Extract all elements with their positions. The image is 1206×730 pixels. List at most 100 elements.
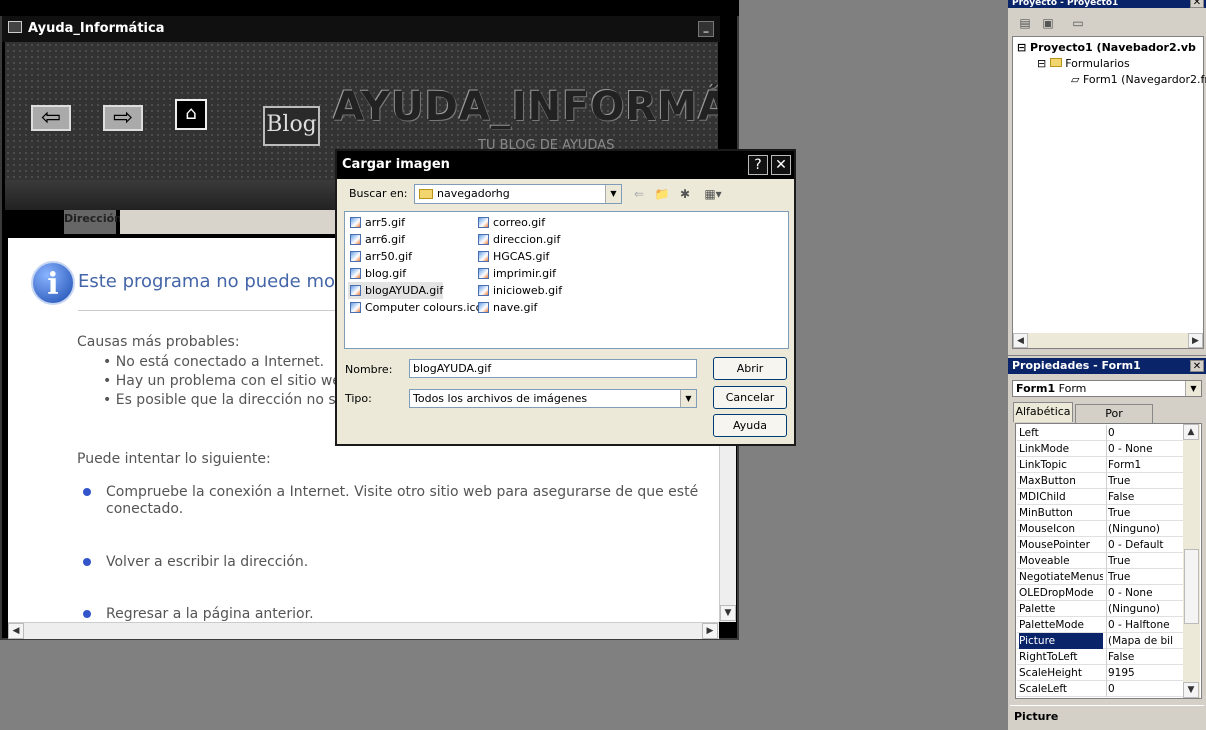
tab-categories[interactable]: Por categorías — [1075, 404, 1153, 438]
file-item[interactable]: blog.gif — [348, 265, 406, 282]
up-folder-icon[interactable]: 📁 — [653, 186, 671, 202]
property-value[interactable]: True — [1106, 569, 1182, 585]
property-row[interactable]: ScaleHeight 9195 — [1017, 665, 1184, 681]
property-value[interactable]: True — [1106, 505, 1182, 521]
property-value[interactable]: 0 - Halftone — [1106, 617, 1182, 633]
causes-heading: Causas más probables: — [77, 334, 240, 350]
file-item[interactable]: Computer colours.ico — [348, 299, 482, 316]
form-title-bar[interactable]: Ayuda_Informática _ — [2, 16, 720, 42]
property-value[interactable]: 0 — [1106, 425, 1182, 441]
scroll-down-icon[interactable]: ▼ — [1183, 682, 1199, 698]
file-item[interactable]: inicioweb.gif — [476, 282, 562, 299]
file-item[interactable]: arr50.gif — [348, 248, 412, 265]
home-button[interactable]: ⌂ — [175, 99, 207, 130]
forward-button[interactable]: ⇨ — [103, 105, 143, 131]
file-item[interactable]: correo.gif — [476, 214, 545, 231]
property-row[interactable]: MaxButton True — [1017, 473, 1184, 489]
scroll-right-icon[interactable]: ▶ — [1188, 333, 1203, 348]
filename-input[interactable]: blogAYUDA.gif — [409, 359, 697, 378]
blog-button[interactable]: Blog — [263, 106, 320, 146]
tree-folder[interactable]: ⊟ Formularios — [1037, 57, 1130, 70]
scroll-up-icon[interactable]: ▲ — [1183, 424, 1199, 440]
property-row[interactable]: MinButton True — [1017, 505, 1184, 521]
file-item[interactable]: direccion.gif — [476, 231, 560, 248]
property-grid[interactable]: Left 0 LinkMode 0 - None LinkTopic Form1 MaxBu… — [1015, 423, 1202, 699]
property-value[interactable]: 9195 — [1106, 665, 1182, 681]
lookin-select[interactable]: navegadorhg ▼ — [414, 184, 622, 204]
project-tree[interactable]: ⊟ Proyecto1 (Navebador2.vb ⊟ Formularios… — [1012, 36, 1206, 349]
address-input[interactable] — [120, 210, 336, 234]
property-value[interactable]: False — [1106, 649, 1182, 665]
property-value[interactable]: Form1 — [1106, 457, 1182, 473]
close-icon[interactable]: ✕ — [1190, 0, 1204, 8]
cancel-button[interactable]: Cancelar — [713, 386, 787, 409]
tree-root[interactable]: ⊟ Proyecto1 (Navebador2.vb — [1017, 41, 1196, 54]
property-row[interactable]: Moveable True — [1017, 553, 1184, 569]
open-button[interactable]: Abrir — [713, 357, 787, 380]
file-item[interactable]: arr5.gif — [348, 214, 405, 231]
minimize-button[interactable]: _ — [698, 21, 714, 37]
dialog-title-bar[interactable]: Cargar imagen — [337, 151, 794, 179]
scroll-left-icon[interactable]: ◀ — [8, 623, 24, 639]
view-object-icon[interactable]: ▣ — [1039, 15, 1057, 31]
new-folder-icon[interactable]: ✱ — [676, 186, 694, 202]
scroll-thumb[interactable] — [1184, 549, 1199, 624]
try-item[interactable]: Volver a escribir la dirección. — [106, 554, 308, 570]
property-row[interactable]: LinkMode 0 - None — [1017, 441, 1184, 457]
scroll-down-icon[interactable]: ▼ — [720, 605, 736, 621]
scroll-left-icon[interactable]: ◀ — [1013, 333, 1028, 348]
file-item[interactable]: imprimir.gif — [476, 265, 556, 282]
help-icon[interactable]: ? — [748, 155, 768, 175]
property-grid-scrollbar[interactable]: ▲ ▼ — [1183, 424, 1200, 698]
chevron-down-icon[interactable]: ▼ — [605, 185, 621, 203]
property-value[interactable]: (Ninguno) — [1106, 521, 1182, 537]
toggle-folders-icon[interactable]: ▭ — [1069, 15, 1087, 31]
property-row[interactable]: MDIChild False — [1017, 489, 1184, 505]
property-row[interactable]: LinkTopic Form1 — [1017, 457, 1184, 473]
chevron-down-icon[interactable]: ▼ — [1185, 381, 1201, 396]
file-item[interactable]: nave.gif — [476, 299, 537, 316]
view-code-icon[interactable]: ▤ — [1016, 15, 1034, 31]
file-item[interactable]: HGCAS.gif — [476, 248, 549, 265]
tree-horizontal-scrollbar[interactable]: ◀ ▶ — [1013, 333, 1203, 348]
tree-form-item[interactable]: ▱ Form1 (Navegardor2.fr — [1071, 73, 1206, 86]
property-row[interactable]: Palette (Ninguno) — [1017, 601, 1184, 617]
property-row[interactable]: PaletteMode 0 - Halftone — [1017, 617, 1184, 633]
back-button[interactable]: ⇦ — [31, 105, 71, 131]
tab-alphabetic[interactable]: Alfabética — [1013, 402, 1073, 422]
property-value[interactable]: 0 — [1106, 681, 1182, 697]
chevron-down-icon[interactable]: ▼ — [680, 390, 696, 407]
property-row[interactable]: MouseIcon (Ninguno) — [1017, 521, 1184, 537]
back-arrow-icon[interactable]: ⇐ — [630, 186, 648, 202]
scroll-right-icon[interactable]: ▶ — [702, 623, 718, 639]
object-name: Form1 — [1016, 382, 1056, 395]
close-icon[interactable]: ✕ — [771, 155, 791, 175]
view-menu-icon[interactable]: ▦▾ — [700, 186, 726, 202]
property-value[interactable]: True — [1106, 473, 1182, 489]
property-row[interactable]: RightToLeft False — [1017, 649, 1184, 665]
property-value[interactable]: True — [1106, 553, 1182, 569]
content-horizontal-scrollbar[interactable]: ◀ ▶ — [8, 622, 719, 639]
file-item[interactable]: arr6.gif — [348, 231, 405, 248]
property-row[interactable]: MousePointer 0 - Default — [1017, 537, 1184, 553]
property-value[interactable]: 0 - None — [1106, 441, 1182, 457]
object-select[interactable]: Form1 Form ▼ — [1012, 380, 1202, 397]
property-value[interactable]: (Ninguno) — [1106, 601, 1182, 617]
property-value[interactable]: (Mapa de bil — [1106, 633, 1182, 649]
help-button[interactable]: Ayuda — [713, 414, 787, 437]
property-name: RightToLeft — [1019, 651, 1078, 663]
property-value[interactable]: 0 - Default — [1106, 537, 1182, 553]
property-row[interactable]: Picture (Mapa de bil — [1017, 633, 1184, 649]
close-icon[interactable]: ✕ — [1190, 360, 1204, 372]
file-list[interactable]: arr5.gif arr6.gif arr50.gif blog.gif blo… — [344, 211, 789, 349]
property-name: Picture — [1019, 633, 1103, 649]
property-value[interactable]: False — [1106, 489, 1182, 505]
filetype-select[interactable]: Todos los archivos de imágenes ▼ — [409, 389, 697, 408]
property-row[interactable]: ScaleLeft 0 — [1017, 681, 1184, 697]
try-item[interactable]: Regresar a la página anterior. — [106, 606, 314, 622]
property-row[interactable]: OLEDropMode 0 - None — [1017, 585, 1184, 601]
file-item-selected[interactable]: blogAYUDA.gif — [348, 282, 444, 299]
property-row[interactable]: Left 0 — [1017, 425, 1184, 441]
property-row[interactable]: NegotiateMenus True — [1017, 569, 1184, 585]
property-value[interactable]: 0 - None — [1106, 585, 1182, 601]
